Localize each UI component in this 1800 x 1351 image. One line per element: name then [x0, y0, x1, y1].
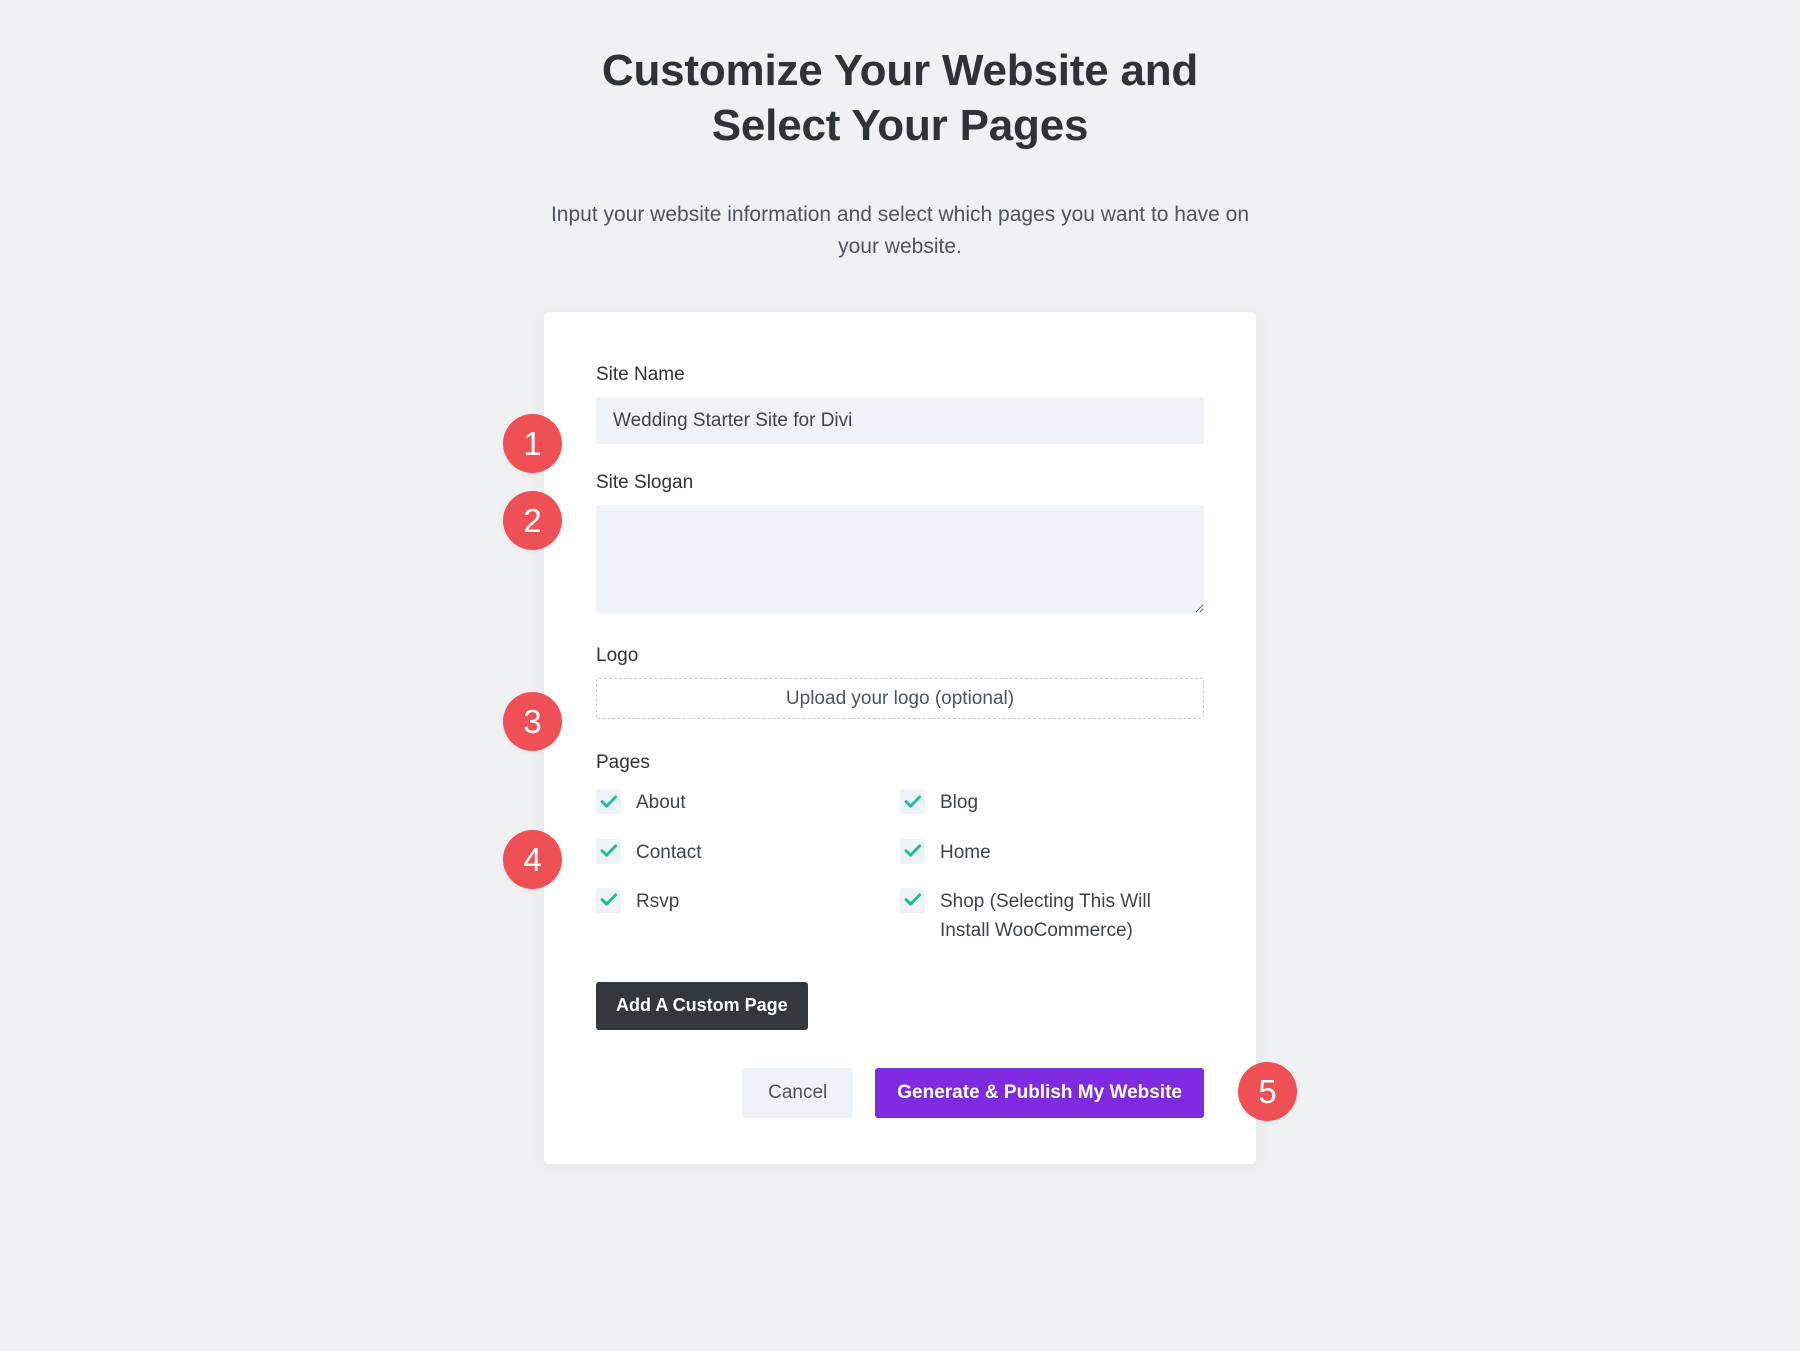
logo-field: Logo Upload your logo (optional): [596, 645, 1204, 720]
page-option-label: Rsvp: [636, 890, 680, 912]
cancel-button[interactable]: Cancel: [742, 1067, 854, 1118]
page-checkbox-home[interactable]: Home: [900, 838, 1204, 867]
site-name-input[interactable]: [596, 397, 1204, 445]
page-header: Customize Your Website and Select Your P…: [0, 0, 1800, 262]
site-name-label: Site Name: [596, 364, 685, 386]
callout-badge-1: 1: [503, 414, 562, 474]
upload-logo-button[interactable]: Upload your logo (optional): [596, 678, 1204, 720]
page-option-label: Blog: [940, 792, 979, 814]
page-option-label: Contact: [636, 841, 702, 863]
callout-badge-2: 2: [503, 491, 562, 551]
website-setup-card: Site Name Site Slogan Logo Upload your l…: [544, 312, 1256, 1164]
callout-badge-3: 3: [503, 692, 562, 752]
page-option-label: About: [636, 792, 686, 814]
pages-label: Pages: [596, 752, 650, 774]
onboarding-screen: Customize Your Website and Select Your P…: [0, 0, 1800, 1351]
page-checkbox-blog[interactable]: Blog: [900, 788, 1204, 817]
page-subtitle: Input your website information and selec…: [550, 203, 1250, 258]
site-slogan-textarea[interactable]: [596, 505, 1204, 614]
callout-badge-4: 4: [503, 830, 562, 890]
form-card-wrapper: Site Name Site Slogan Logo Upload your l…: [503, 312, 1297, 1164]
page-option-label: Shop (Selecting This Will Install WooCom…: [940, 890, 1151, 942]
page-checkbox-contact[interactable]: Contact: [596, 838, 900, 867]
generate-publish-button[interactable]: Generate & Publish My Website: [875, 1067, 1204, 1118]
callout-badge-5: 5: [1238, 1062, 1297, 1122]
pages-field: Pages About Blog Contact Home Rsvp Shop …: [596, 752, 1204, 946]
page-title: Customize Your Website and Select Your P…: [601, 46, 1199, 150]
checkbox-checked-icon[interactable]: [900, 789, 925, 815]
add-custom-page-button[interactable]: Add A Custom Page: [596, 981, 808, 1030]
site-name-field: Site Name: [596, 364, 1204, 445]
site-slogan-field: Site Slogan: [596, 472, 1204, 614]
checkbox-checked-icon[interactable]: [596, 887, 621, 913]
checkbox-checked-icon[interactable]: [596, 838, 621, 864]
page-checkbox-about[interactable]: About: [596, 788, 900, 817]
page-checkbox-shop[interactable]: Shop (Selecting This Will Install WooCom…: [900, 887, 1204, 946]
page-checkbox-rsvp[interactable]: Rsvp: [596, 887, 900, 946]
checkbox-checked-icon[interactable]: [900, 838, 925, 864]
site-slogan-label: Site Slogan: [596, 472, 694, 494]
page-option-label: Home: [940, 841, 991, 863]
logo-label: Logo: [596, 645, 639, 667]
pages-checkbox-grid: About Blog Contact Home Rsvp Shop (Selec…: [596, 788, 1204, 946]
card-actions: Cancel Generate & Publish My Website: [596, 1067, 1204, 1118]
checkbox-checked-icon[interactable]: [900, 887, 925, 913]
checkbox-checked-icon[interactable]: [596, 789, 621, 815]
